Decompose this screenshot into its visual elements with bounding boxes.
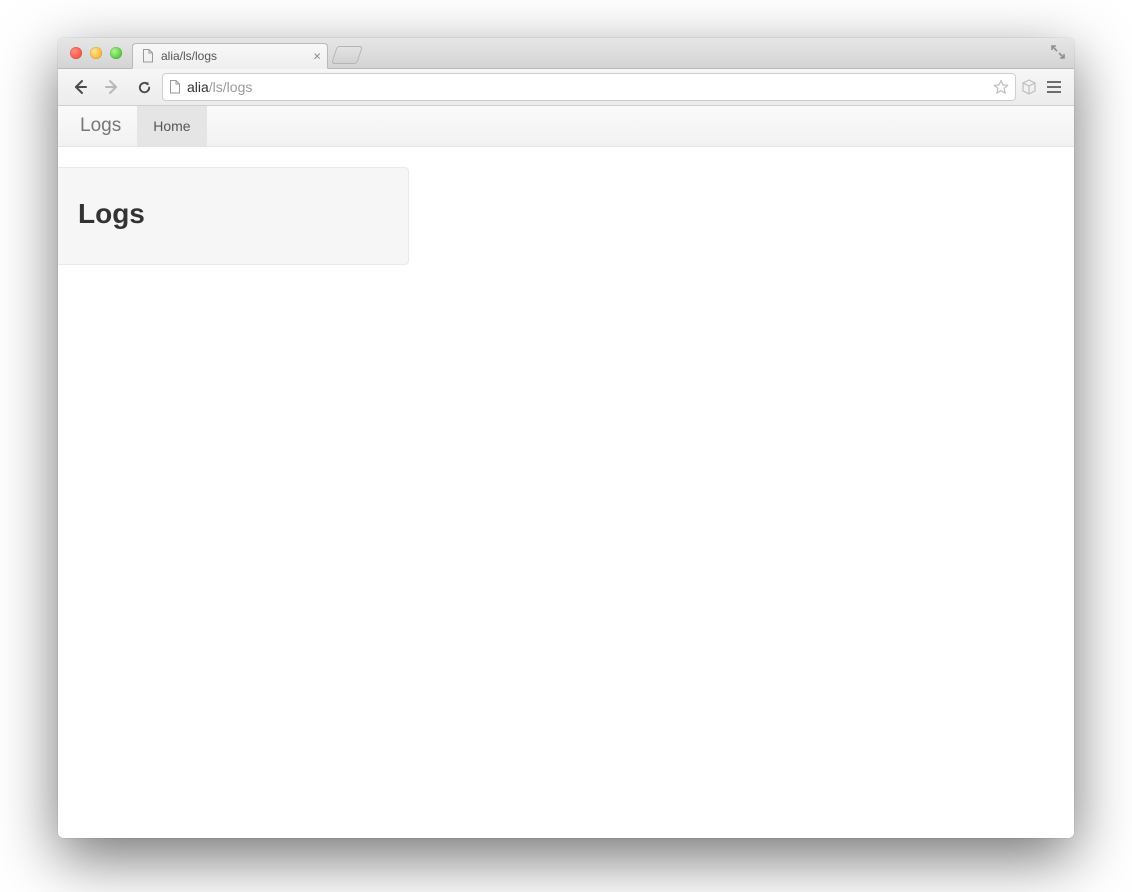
browser-tab[interactable]: alia/ls/logs × xyxy=(132,43,328,69)
window-close-button[interactable] xyxy=(70,47,82,59)
browser-window: alia/ls/logs × xyxy=(58,38,1074,838)
extension-icon[interactable] xyxy=(1020,78,1038,96)
address-bar[interactable]: alia/ls/logs xyxy=(162,73,1016,101)
browser-toolbar: alia/ls/logs xyxy=(58,69,1074,106)
url-path: /ls/logs xyxy=(209,79,253,95)
window-controls xyxy=(58,38,132,68)
tab-close-button[interactable]: × xyxy=(313,50,321,63)
back-button[interactable] xyxy=(66,74,94,100)
forward-button[interactable] xyxy=(98,74,126,100)
page-title: Logs xyxy=(78,198,388,230)
app-navbar: Logs Home xyxy=(58,106,1074,147)
reload-button[interactable] xyxy=(130,74,158,100)
file-icon xyxy=(141,49,155,63)
nav-item-home[interactable]: Home xyxy=(137,106,206,146)
bookmark-star-icon[interactable] xyxy=(993,79,1009,95)
url-host: alia xyxy=(187,79,209,95)
window-minimize-button[interactable] xyxy=(90,47,102,59)
window-zoom-button[interactable] xyxy=(110,47,122,59)
new-tab-button[interactable] xyxy=(331,46,363,64)
menu-button[interactable] xyxy=(1042,75,1066,99)
tab-strip: alia/ls/logs × xyxy=(58,38,1074,69)
page-content: Logs Home Logs xyxy=(58,106,1074,838)
tab-title: alia/ls/logs xyxy=(161,49,217,63)
hero-card: Logs xyxy=(58,167,409,265)
fullscreen-icon[interactable] xyxy=(1050,44,1066,60)
navbar-brand[interactable]: Logs xyxy=(80,106,137,146)
url-text: alia/ls/logs xyxy=(187,79,987,95)
file-icon xyxy=(169,80,181,94)
